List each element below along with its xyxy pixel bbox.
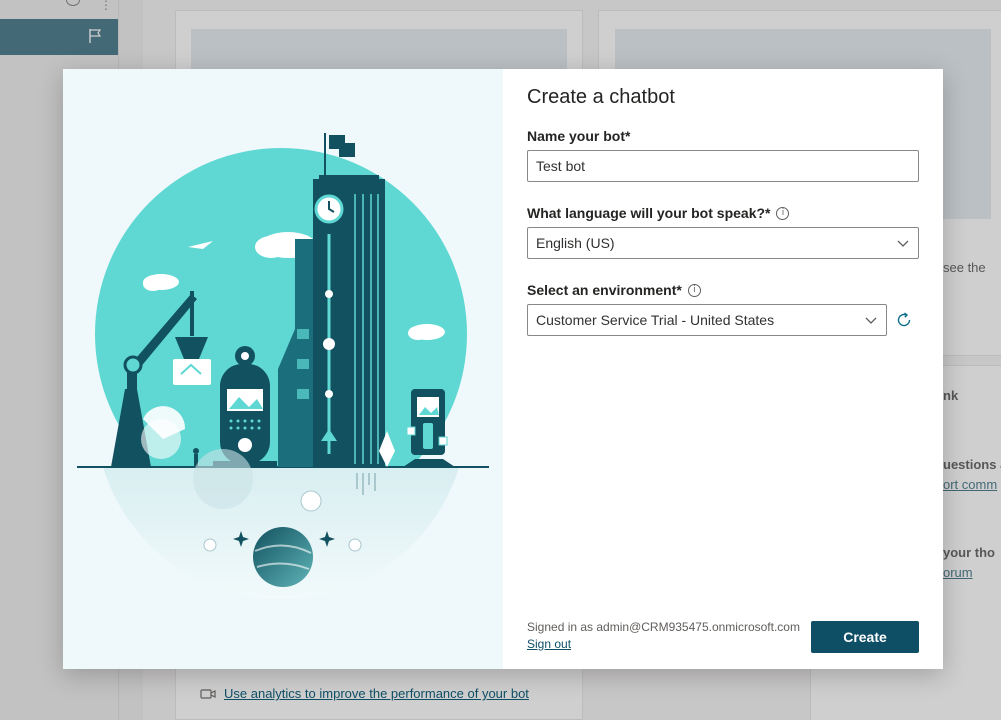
refresh-icon[interactable] [895, 311, 913, 329]
sign-out-link[interactable]: Sign out [527, 637, 571, 651]
name-field-group: Name your bot* [527, 127, 919, 182]
analytics-link-label[interactable]: Use analytics to improve the performance… [224, 686, 529, 701]
dialog-illustration [63, 69, 503, 669]
chevron-down-icon [865, 317, 877, 324]
create-chatbot-form: Create a chatbot Name your bot* What lan… [503, 69, 943, 669]
language-field-group: What language will your bot speak?* i En… [527, 204, 919, 259]
city-illustration [77, 133, 489, 600]
signed-in-text: Signed in as admin@CRM935475.onmicrosoft… [527, 620, 800, 634]
name-label: Name your bot* [527, 127, 919, 145]
environment-field-group: Select an environment* i Customer Servic… [527, 281, 919, 336]
environment-label: Select an environment* i [527, 281, 919, 299]
signed-in-info: Signed in as admin@CRM935475.onmicrosoft… [527, 619, 800, 653]
create-button[interactable]: Create [811, 621, 919, 653]
language-dropdown[interactable]: English (US) [527, 227, 919, 259]
chevron-down-icon [897, 240, 909, 247]
language-label-text: What language will your bot speak?* [527, 205, 771, 221]
language-selected-value: English (US) [536, 235, 615, 251]
environment-dropdown[interactable]: Customer Service Trial - United States [527, 304, 887, 336]
environment-row: Customer Service Trial - United States [527, 304, 919, 336]
name-label-text: Name your bot* [527, 128, 631, 144]
language-label: What language will your bot speak?* i [527, 204, 919, 222]
dialog-title: Create a chatbot [527, 86, 675, 108]
info-icon[interactable]: i [776, 206, 790, 220]
info-icon[interactable]: i [687, 283, 701, 297]
environment-label-text: Select an environment* [527, 282, 682, 298]
analytics-link[interactable]: Use analytics to improve the performance… [200, 686, 529, 701]
create-chatbot-dialog: Create a chatbot Name your bot* What lan… [63, 69, 943, 669]
bot-name-input[interactable] [536, 158, 910, 174]
environment-selected-value: Customer Service Trial - United States [536, 312, 775, 328]
dialog-footer: Signed in as admin@CRM935475.onmicrosoft… [527, 619, 919, 653]
video-icon [200, 688, 216, 699]
bot-name-input-box[interactable] [527, 150, 919, 182]
